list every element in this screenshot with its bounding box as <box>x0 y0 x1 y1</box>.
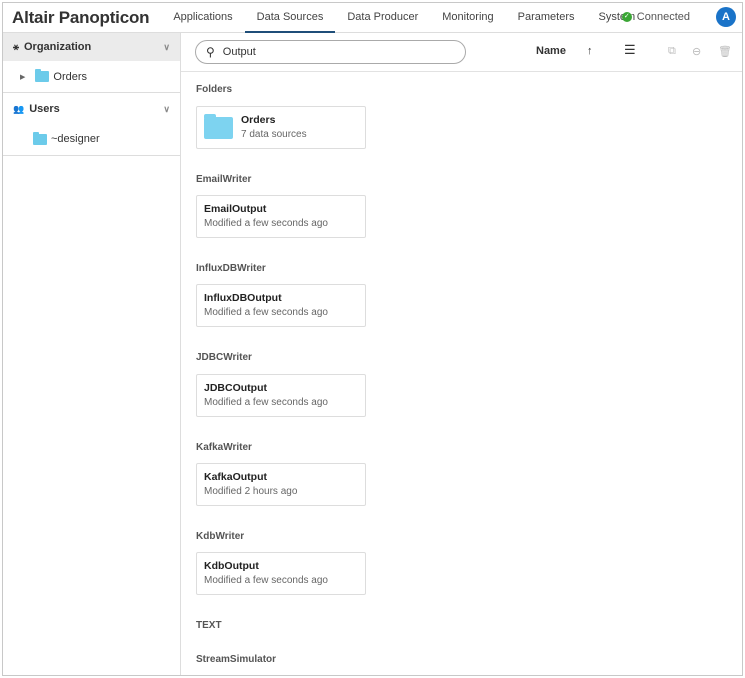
card-title: Orders <box>241 114 276 126</box>
data-source-card[interactable]: JDBCOutput Modified a few seconds ago <box>196 374 366 417</box>
section-label: InfluxDBWriter <box>196 263 266 274</box>
main-content: ⚲ Output Name ↑ ☰ ⧉ ⊖ 🗑 Folders Orders 7… <box>181 33 742 675</box>
tab-monitoring[interactable]: Monitoring <box>430 3 505 33</box>
chevron-down-icon[interactable]: ∨ <box>163 42 170 53</box>
folder-icon <box>204 114 233 139</box>
card-title: JDBCOutput <box>204 382 267 394</box>
section-label: KdbWriter <box>196 531 245 542</box>
card-subtitle: Modified a few seconds ago <box>204 218 328 229</box>
data-source-card[interactable]: EmailOutput Modified a few seconds ago <box>196 195 366 238</box>
main-nav: Applications Data Sources Data Producer … <box>161 3 647 33</box>
card-title: EmailOutput <box>204 203 267 215</box>
trash-icon[interactable]: 🗑 <box>718 45 732 58</box>
data-source-card[interactable]: InfluxDBOutput Modified a few seconds ag… <box>196 284 366 327</box>
sidebar: ⚹ Organization ∨ ▶ Orders 👥 Users ∨ ~des… <box>3 33 181 675</box>
folder-icon <box>33 131 47 145</box>
sidebar-item-designer[interactable]: ~designer <box>3 123 180 156</box>
sidebar-users-header[interactable]: 👥 Users ∨ <box>3 95 180 123</box>
section-label: Folders <box>196 84 233 95</box>
card-subtitle: Modified 2 hours ago <box>204 486 298 497</box>
sort-by-name[interactable]: Name <box>536 45 566 57</box>
tab-applications[interactable]: Applications <box>161 3 244 33</box>
sidebar-item-orders[interactable]: ▶ Orders <box>3 61 180 93</box>
search-input[interactable]: ⚲ Output <box>195 40 466 64</box>
app-window: Altair Panopticon Applications Data Sour… <box>2 2 743 676</box>
connection-status: ✓ Connected <box>621 11 690 23</box>
users-icon: 👥 <box>13 103 25 114</box>
chevron-down-icon[interactable]: ∨ <box>163 104 170 115</box>
check-circle-icon: ✓ <box>621 12 632 22</box>
folder-icon <box>35 69 50 82</box>
card-title: InfluxDBOutput <box>204 292 282 304</box>
tab-data-producer[interactable]: Data Producer <box>335 3 430 33</box>
sidebar-organization-header[interactable]: ⚹ Organization ∨ <box>3 33 180 61</box>
section-label: TEXT <box>196 620 222 631</box>
folder-card-orders[interactable]: Orders 7 data sources <box>196 106 366 149</box>
card-subtitle: 7 data sources <box>241 129 307 140</box>
card-subtitle: Modified a few seconds ago <box>204 307 328 318</box>
section-label: EmailWriter <box>196 174 252 185</box>
users-label: Users <box>29 103 60 115</box>
status-label: Connected <box>636 11 690 23</box>
search-icon: ⚲ <box>206 45 215 59</box>
search-value: Output <box>222 46 256 58</box>
sidebar-item-label: Orders <box>53 70 88 83</box>
card-subtitle: Modified a few seconds ago <box>204 575 328 586</box>
move-icon[interactable]: ⊖ <box>692 45 701 58</box>
sidebar-item-label: ~designer <box>51 133 100 145</box>
tab-data-sources[interactable]: Data Sources <box>244 3 336 33</box>
toolbar: ⚲ Output Name ↑ ☰ ⧉ ⊖ 🗑 <box>181 33 742 72</box>
hierarchy-icon: ⚹ <box>13 41 19 53</box>
section-label: KafkaWriter <box>196 442 252 453</box>
list-view-icon[interactable]: ☰ <box>624 42 636 58</box>
avatar[interactable]: A <box>716 7 736 27</box>
tab-parameters[interactable]: Parameters <box>506 3 587 33</box>
top-header: Altair Panopticon Applications Data Sour… <box>3 3 742 33</box>
app-logo: Altair Panopticon <box>12 7 150 27</box>
organization-label: Organization <box>24 41 92 53</box>
section-label: StreamSimulator <box>196 654 277 665</box>
card-title: KdbOutput <box>204 560 259 572</box>
card-title: KafkaOutput <box>204 471 267 483</box>
copy-icon[interactable]: ⧉ <box>668 45 676 58</box>
data-source-card[interactable]: KdbOutput Modified a few seconds ago <box>196 552 366 595</box>
sort-direction-icon[interactable]: ↑ <box>587 45 593 57</box>
data-source-card[interactable]: KafkaOutput Modified 2 hours ago <box>196 463 366 506</box>
caret-right-icon[interactable]: ▶ <box>20 73 25 81</box>
section-label: JDBCWriter <box>196 352 252 363</box>
card-subtitle: Modified a few seconds ago <box>204 397 328 408</box>
